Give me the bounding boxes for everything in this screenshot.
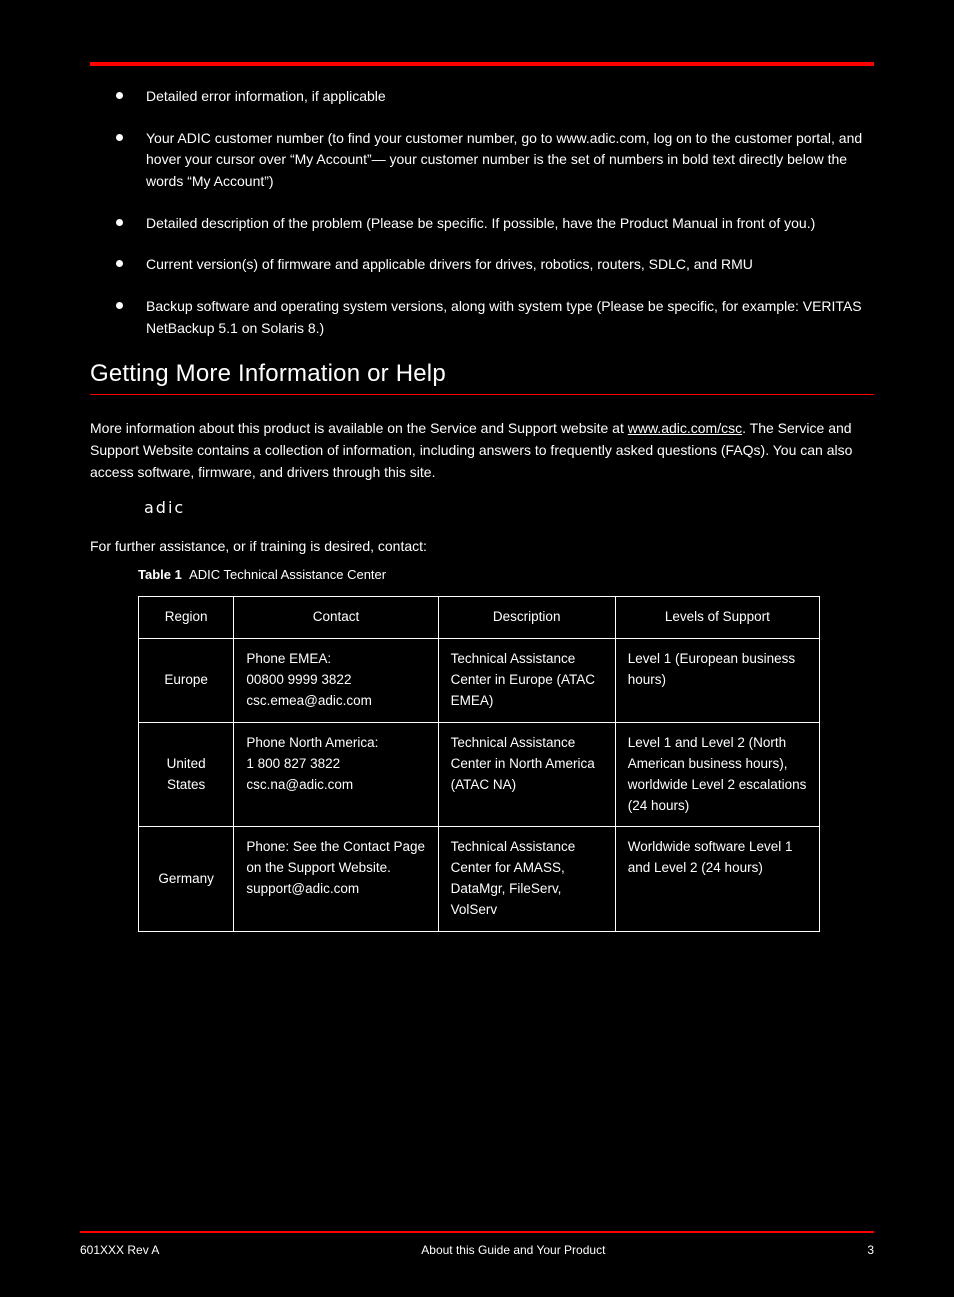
cell-contact: Phone: See the Contact Page on the Suppo… [234,827,438,932]
footer-page: 3 [867,1243,874,1257]
cell-support: Level 1 (European business hours) [615,638,819,722]
cell-region: Europe [139,638,234,722]
footer-doc: 601XXX Rev A [80,1243,159,1257]
th-region: Region [139,597,234,639]
adic-logo: adic [144,498,874,517]
table-row: United States Phone North America: 1 800… [139,722,820,827]
section-heading: Getting More Information or Help [90,360,874,395]
bullet-text: Current version(s) of firmware and appli… [146,256,753,272]
assist-paragraph: For further assistance, or if training i… [90,535,874,557]
footer-rule [80,1231,874,1233]
th-contact: Contact [234,597,438,639]
list-item: Backup software and operating system ver… [90,296,874,339]
table-row: Germany Phone: See the Contact Page on t… [139,827,820,932]
cell-support: Worldwide software Level 1 and Level 2 (… [615,827,819,932]
footer-title: About this Guide and Your Product [421,1243,605,1257]
list-item: Detailed error information, if applicabl… [90,86,874,108]
table-row: Europe Phone EMEA: 00800 9999 3822 csc.e… [139,638,820,722]
bullet-text: Detailed description of the problem (Ple… [146,215,815,231]
cell-contact: Phone EMEA: 00800 9999 3822 csc.emea@adi… [234,638,438,722]
intro-url[interactable]: www.adic.com/csc [628,420,742,436]
header-rule [90,62,874,66]
cell-region: Germany [139,827,234,932]
cell-desc: Technical Assistance Center for AMASS, D… [438,827,615,932]
list-item: Your ADIC customer number (to find your … [90,128,874,193]
list-item: Detailed description of the problem (Ple… [90,213,874,235]
table-caption-text: ADIC Technical Assistance Center [189,567,386,582]
bullet-text: Backup software and operating system ver… [146,298,862,336]
cell-desc: Technical Assistance Center in Europe (A… [438,638,615,722]
th-support: Levels of Support [615,597,819,639]
cell-contact: Phone North America: 1 800 827 3822 csc.… [234,722,438,827]
cell-support: Level 1 and Level 2 (North American busi… [615,722,819,827]
intro-paragraph: More information about this product is a… [90,417,874,484]
cell-desc: Technical Assistance Center in North Ame… [438,722,615,827]
bullet-text: Detailed error information, if applicabl… [146,88,386,104]
cell-region: United States [139,722,234,827]
bullet-list: Detailed error information, if applicabl… [90,86,874,340]
list-item: Current version(s) of firmware and appli… [90,254,874,276]
support-table: Region Contact Description Levels of Sup… [138,596,820,932]
bullet-text: Your ADIC customer number (to find your … [146,130,862,189]
table-header-row: Region Contact Description Levels of Sup… [139,597,820,639]
table-caption-label: Table 1 [138,567,182,582]
intro-text-a: More information about this product is a… [90,420,628,436]
table-caption: Table 1 ADIC Technical Assistance Center [138,567,874,582]
th-desc: Description [438,597,615,639]
